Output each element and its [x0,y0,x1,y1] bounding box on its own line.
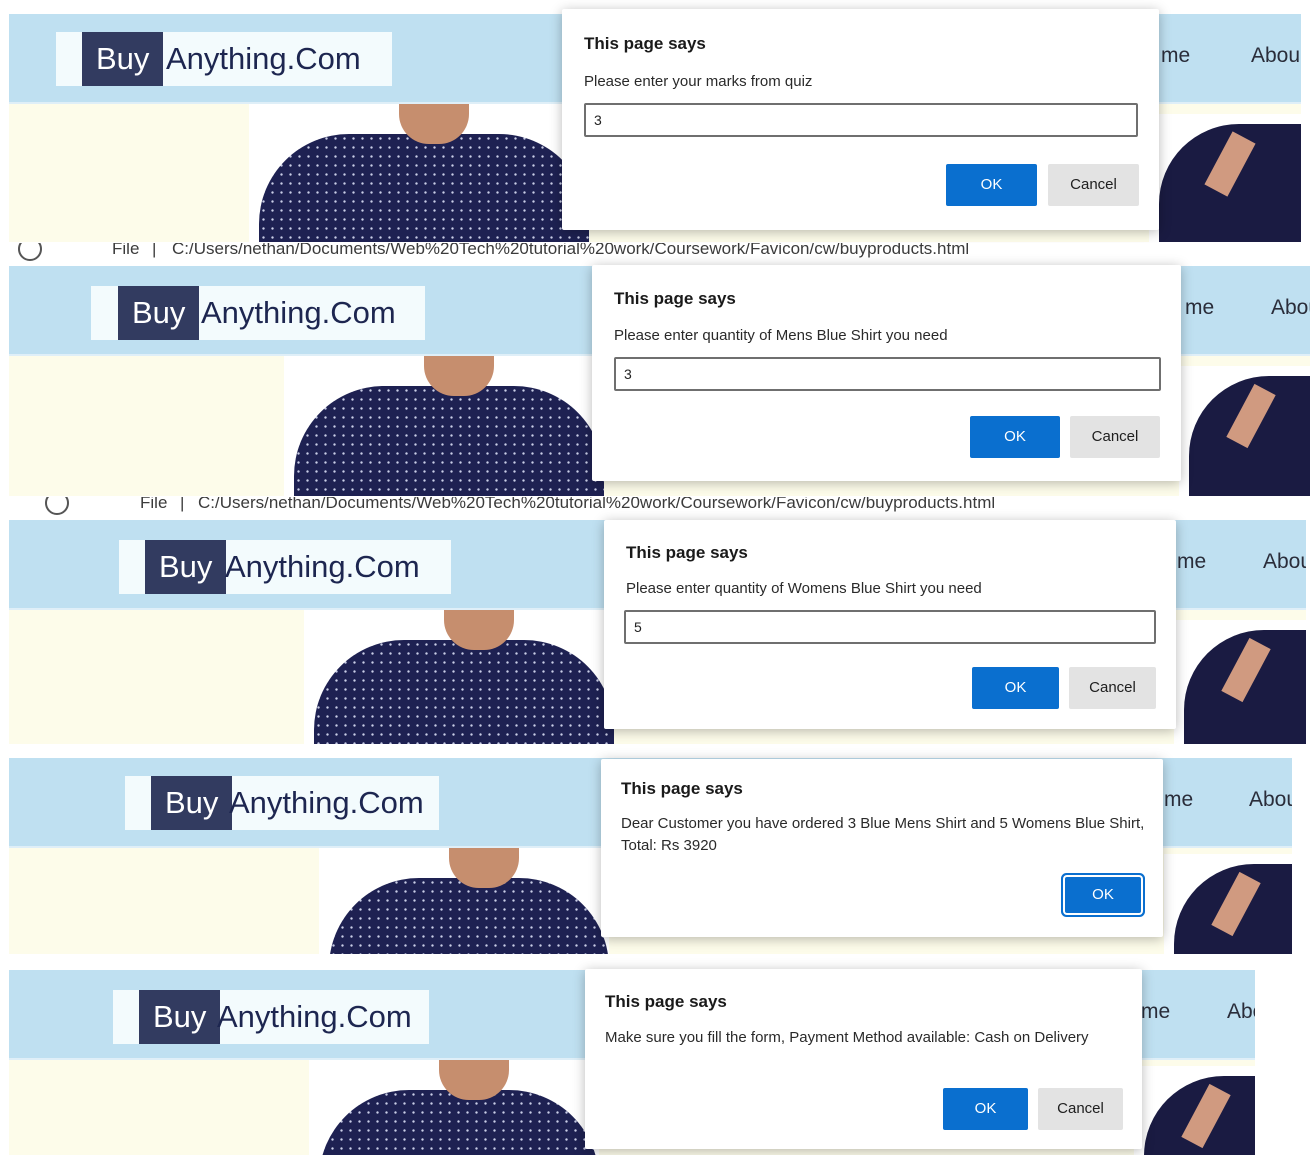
site-logo[interactable]: Buy Anything.Com [113,990,429,1044]
dialog-message: Please enter your marks from quiz [584,73,813,90]
nav-home-link[interactable]: me [1161,44,1190,68]
logo-buy: Buy [118,286,200,340]
nav-home-link[interactable]: me [1177,550,1206,574]
product-image-mens-shirt [304,610,614,744]
product-image-mens-shirt [309,1060,599,1155]
ok-button[interactable]: OK [943,1088,1028,1130]
file-label: File [112,243,140,258]
cancel-button[interactable]: Cancel [1038,1088,1123,1130]
prompt-input[interactable]: 3 [584,103,1138,137]
address-bar[interactable]: File | C:/Users/nethan/Documents/Web%20T… [0,243,1310,265]
product-image-mens-shirt [249,104,589,242]
logo-buy: Buy [82,32,164,86]
site-logo[interactable]: Buy Anything.Com [91,286,425,340]
nav-about-link[interactable]: Abou [1251,44,1300,68]
product-image-mens-shirt [284,356,604,496]
prompt-dialog-marks: This page says Please enter your marks f… [562,9,1159,230]
ok-button[interactable]: OK [972,667,1059,709]
prompt-input[interactable]: 5 [624,610,1156,644]
address-bar[interactable]: File | C:/Users/nethan/Documents/Web%20T… [0,497,1310,519]
logo-anything: Anything.Com [217,999,412,1034]
dialog-message: Make sure you fill the form, Payment Met… [605,1029,1089,1046]
confirm-dialog-payment: This page says Make sure you fill the fo… [585,969,1142,1149]
ok-button[interactable]: OK [946,164,1037,206]
product-image-womens-shirt [1149,114,1301,242]
nav-home-link[interactable]: me [1164,788,1193,812]
ok-button[interactable]: OK [1065,877,1141,913]
product-image-womens-shirt [1134,1066,1255,1155]
logo-anything: Anything.Com [201,295,396,330]
dialog-message: Dear Customer you have ordered 3 Blue Me… [621,815,1145,854]
dialog-title: This page says [621,779,743,798]
dialog-title: This page says [605,992,727,1011]
dialog-message: Please enter quantity of Womens Blue Shi… [626,580,982,597]
address-url[interactable]: C:/Users/nethan/Documents/Web%20Tech%20t… [198,497,995,513]
prompt-dialog-womens-quantity: This page says Please enter quantity of … [604,520,1176,729]
logo-anything: Anything.Com [166,41,361,76]
site-logo[interactable]: Buy Anything.Com [119,540,451,594]
cancel-button[interactable]: Cancel [1048,164,1139,206]
dialog-message: Please enter quantity of Mens Blue Shirt… [614,327,948,344]
cancel-button[interactable]: Cancel [1070,416,1160,458]
nav-about-link[interactable]: Abou [1249,788,1292,812]
reload-icon[interactable] [18,243,42,261]
address-bar[interactable] [0,955,1310,967]
logo-buy: Buy [139,990,221,1044]
product-image-womens-shirt [1179,366,1310,496]
product-image-womens-shirt [1164,854,1292,954]
logo-buy: Buy [145,540,227,594]
site-logo[interactable]: Buy Anything.Com [125,776,439,830]
product-image-womens-shirt [1174,620,1306,744]
nav-about-link[interactable]: Abou [1263,550,1306,574]
address-separator: | [180,497,185,512]
nav-home-link[interactable]: me [1185,296,1214,320]
file-label: File [140,497,168,512]
dialog-title: This page says [584,34,706,53]
dialog-title: This page says [614,289,736,308]
logo-anything: Anything.Com [225,549,420,584]
site-logo[interactable]: Buy Anything.Com [56,32,392,86]
address-bar[interactable] [0,744,1310,756]
nav-about-link[interactable]: Abou [1271,296,1310,320]
prompt-input[interactable]: 3 [614,357,1161,391]
logo-buy: Buy [151,776,233,830]
cancel-button[interactable]: Cancel [1069,667,1156,709]
dialog-title: This page says [626,543,748,562]
logo-anything: Anything.Com [229,785,424,820]
nav-home-link[interactable]: me [1141,1000,1170,1024]
nav-about-link[interactable]: Abou [1227,1000,1255,1024]
product-image-mens-shirt [319,848,609,954]
address-separator: | [152,243,157,258]
reload-icon[interactable] [45,497,69,515]
prompt-dialog-mens-quantity: This page says Please enter quantity of … [592,265,1181,481]
address-url[interactable]: C:/Users/nethan/Documents/Web%20Tech%20t… [172,243,969,259]
ok-button[interactable]: OK [970,416,1060,458]
alert-dialog-order-summary: This page says Dear Customer you have or… [601,759,1163,937]
